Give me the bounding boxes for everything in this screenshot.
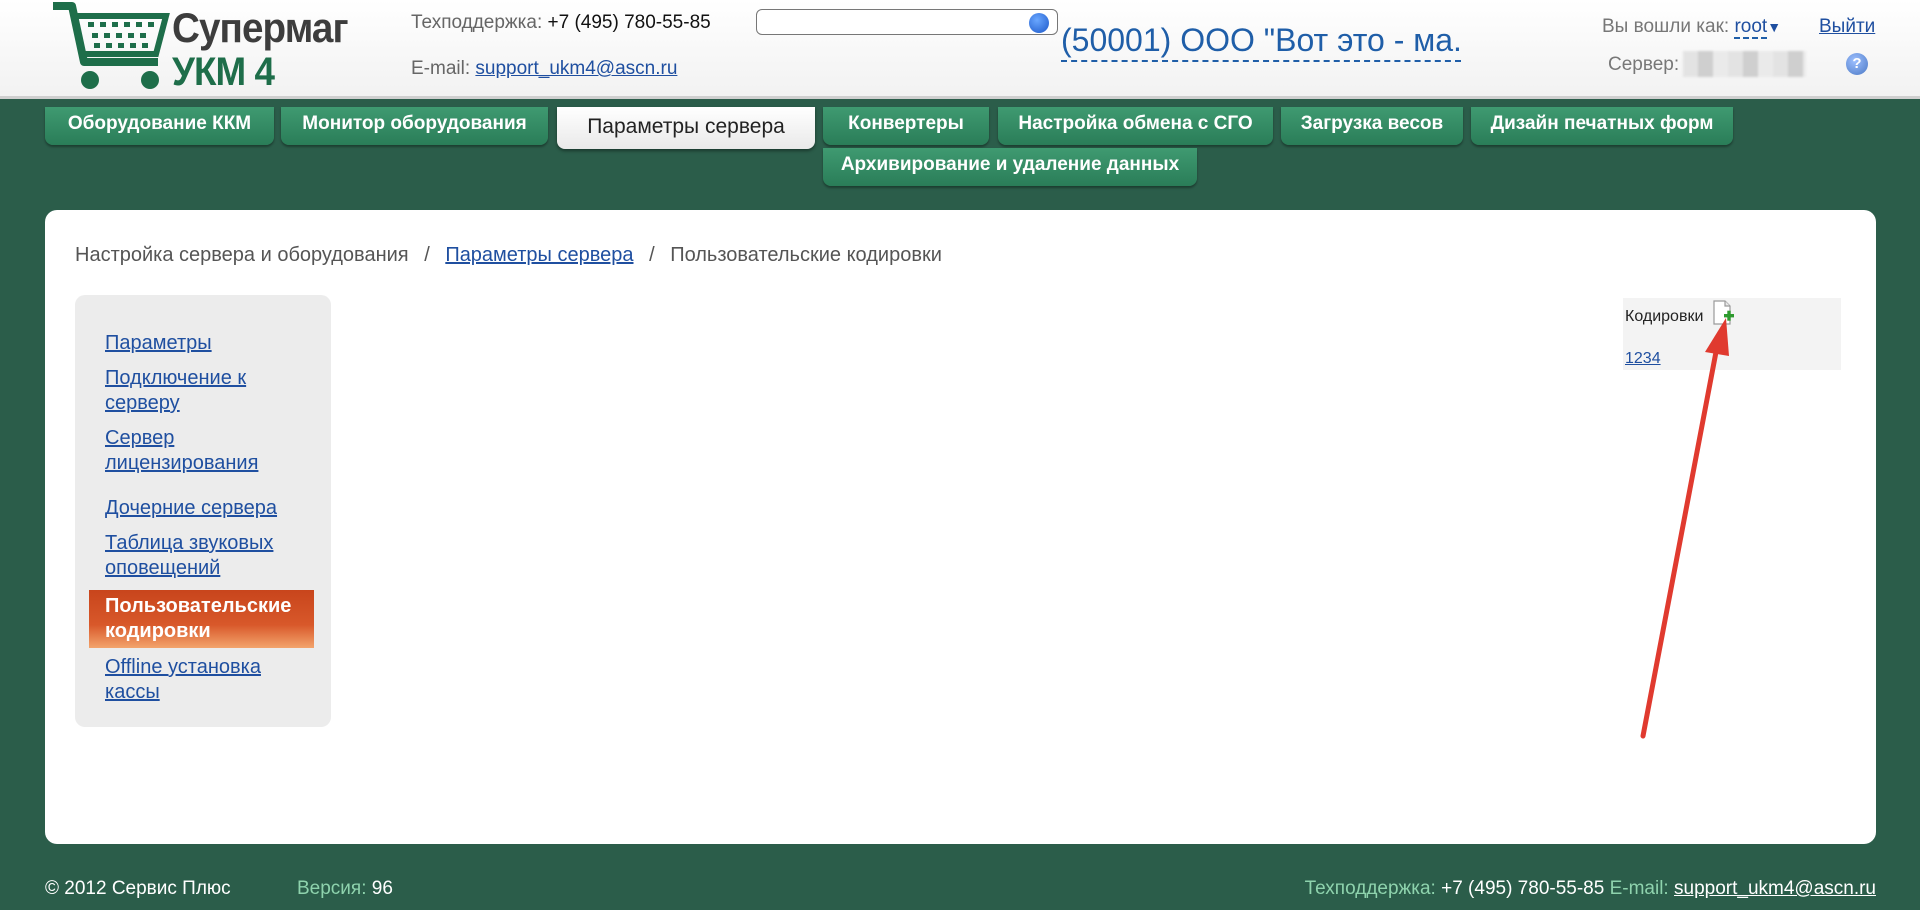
- logged-in-info: Вы вошли как: root▼: [1602, 16, 1781, 39]
- tab-sgo-exchange[interactable]: Настройка обмена с СГО: [998, 107, 1273, 145]
- tab-converters[interactable]: Конвертеры: [823, 107, 989, 145]
- organization-selector[interactable]: (50001) ООО "Вот это - ма...: [1061, 20, 1461, 62]
- sidebar-item-custom-encodings[interactable]: Пользовательские кодировки: [89, 590, 314, 648]
- encodings-title: Кодировки: [1625, 308, 1704, 325]
- email-label: E-mail:: [411, 58, 471, 79]
- breadcrumb-separator: /: [649, 244, 655, 266]
- sidebar-item-server-connection[interactable]: Подключение к серверу: [105, 366, 315, 416]
- breadcrumb-parent-link[interactable]: Параметры сервера: [445, 244, 633, 266]
- tab-print-forms-design[interactable]: Дизайн печатных форм: [1471, 107, 1733, 145]
- footer-version: Версия: 96: [297, 878, 393, 900]
- sidebar-item-parameters[interactable]: Параметры: [105, 331, 315, 356]
- breadcrumb-current: Пользовательские кодировки: [670, 244, 942, 266]
- sidebar-item-child-servers[interactable]: Дочерние сервера: [105, 496, 315, 521]
- search-input[interactable]: [763, 11, 1027, 35]
- footer-copyright: © 2012 Сервис Плюс: [45, 878, 231, 899]
- encoding-item-link[interactable]: 1234: [1625, 350, 1661, 368]
- support-email-link[interactable]: support_ukm4@ascn.ru: [475, 58, 677, 79]
- breadcrumb-root: Настройка сервера и оборудования: [75, 244, 409, 266]
- encodings-panel: Кодировки 1234: [1623, 298, 1841, 370]
- logo-title: Супермаг: [172, 4, 349, 51]
- logged-in-label: Вы вошли как:: [1602, 16, 1730, 37]
- sidebar-item-offline-install[interactable]: Offline установка кассы: [105, 655, 315, 705]
- content-panel: Настройка сервера и оборудования / Парам…: [45, 210, 1876, 844]
- sidebar-item-license-server[interactable]: Сервер лицензирования: [105, 426, 315, 476]
- tab-kkm-equipment[interactable]: Оборудование ККМ: [45, 107, 274, 145]
- support-label: Техподдержка:: [411, 12, 543, 33]
- footer-email-label: E-mail:: [1609, 878, 1669, 899]
- tab-scales-loading[interactable]: Загрузка весов: [1281, 107, 1463, 145]
- logo[interactable]: Супермаг УКМ 4: [50, 0, 350, 98]
- support-phone-value: +7 (495) 780-55-85: [547, 12, 711, 33]
- tab-archiving[interactable]: Архивирование и удаление данных: [823, 148, 1197, 186]
- footer-support-phone: +7 (495) 780-55-85: [1441, 878, 1605, 899]
- header-support-email: E-mail: support_ukm4@ascn.ru: [411, 58, 677, 80]
- sidebar: Параметры Подключение к серверу Сервер л…: [75, 295, 331, 727]
- logo-subtitle: УКМ 4: [172, 50, 275, 94]
- server-value-redacted: [1683, 51, 1806, 77]
- version-label: Версия:: [297, 878, 367, 899]
- shopping-cart-icon: [53, 2, 170, 89]
- search-icon[interactable]: [1029, 13, 1049, 33]
- help-icon[interactable]: ?: [1846, 53, 1868, 75]
- search-box: [756, 9, 1058, 35]
- version-value: 96: [371, 878, 393, 899]
- tab-equipment-monitor[interactable]: Монитор оборудования: [281, 107, 548, 145]
- tab-server-parameters[interactable]: Параметры сервера: [557, 107, 815, 149]
- header-support-phone: Техподдержка: +7 (495) 780-55-85: [411, 12, 711, 34]
- footer-support: Техподдержка: +7 (495) 780-55-85 E-mail:…: [1305, 878, 1876, 900]
- chevron-down-icon[interactable]: ▼: [1767, 19, 1781, 35]
- footer-support-label: Техподдержка:: [1304, 878, 1436, 899]
- server-label: Сервер:: [1608, 54, 1680, 75]
- logout-link[interactable]: Выйти: [1819, 16, 1875, 38]
- header: Супермаг УКМ 4 Техподдержка: +7 (495) 78…: [0, 0, 1920, 99]
- user-menu[interactable]: root: [1734, 16, 1768, 39]
- add-document-icon[interactable]: [1711, 300, 1735, 326]
- footer-email-link[interactable]: support_ukm4@ascn.ru: [1674, 878, 1876, 899]
- breadcrumb: Настройка сервера и оборудования / Парам…: [75, 244, 942, 267]
- breadcrumb-separator: /: [424, 244, 430, 266]
- sidebar-item-sound-alerts[interactable]: Таблица звуковых оповещений: [105, 531, 315, 581]
